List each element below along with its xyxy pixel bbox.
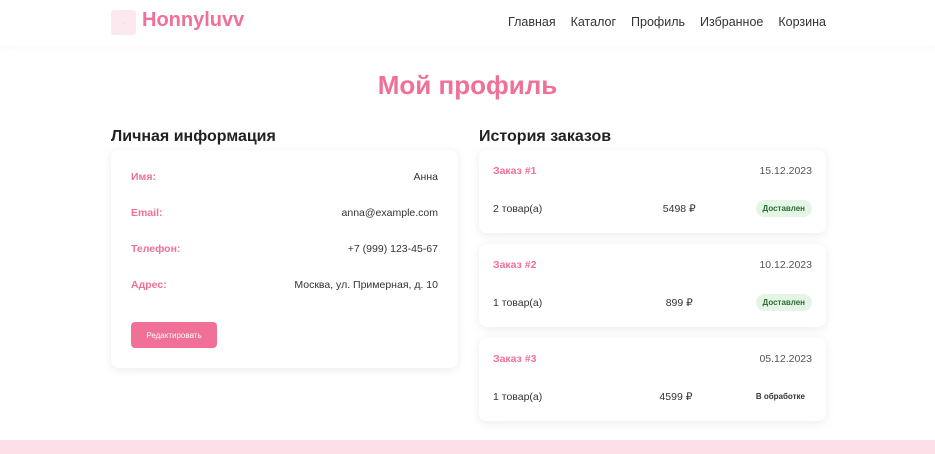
order-details: 1 товар(а) 4599 ₽ В обработке — [493, 388, 812, 405]
info-value: Анна — [413, 171, 438, 183]
order-price: 899 ₽ — [665, 296, 693, 309]
main-nav: Главная Каталог Профиль Избранное Корзин… — [508, 15, 826, 29]
order-card[interactable]: Заказ #2 10.12.2023 1 товар(а) 899 ₽ Дос… — [479, 244, 826, 327]
info-value: +7 (999) 123-45-67 — [347, 243, 438, 255]
order-date: 05.12.2023 — [759, 353, 812, 365]
order-header: Заказ #2 10.12.2023 — [493, 259, 812, 271]
order-number: Заказ #3 — [493, 353, 537, 365]
order-header: Заказ #3 05.12.2023 — [493, 353, 812, 365]
order-number: Заказ #1 — [493, 165, 537, 177]
order-date: 15.12.2023 — [759, 165, 812, 177]
info-value: Москва, ул. Примерная, д. 10 — [294, 279, 438, 291]
nav-link-home[interactable]: Главная — [508, 15, 556, 29]
order-number: Заказ #2 — [493, 259, 537, 271]
footer — [0, 440, 935, 454]
order-details: 1 товар(а) 899 ₽ Доставлен — [493, 294, 812, 311]
nav-link-profile[interactable]: Профиль — [631, 15, 685, 29]
order-status-badge: В обработке — [755, 392, 805, 401]
info-label: Телефон: — [131, 243, 181, 255]
order-history-title: История заказов — [479, 128, 612, 145]
info-label: Имя: — [131, 171, 156, 183]
info-row-phone: Телефон: +7 (999) 123-45-67 — [131, 241, 438, 257]
order-card[interactable]: Заказ #1 15.12.2023 2 товар(а) 5498 ₽ До… — [479, 150, 826, 233]
info-row-address: Адрес: Москва, ул. Примерная, д. 10 — [131, 277, 438, 293]
info-label: Адрес: — [131, 279, 167, 291]
logo-image-mark: ♡ — [122, 20, 125, 25]
page-title: Мой профиль — [377, 70, 558, 100]
info-value: anna@example.com — [341, 207, 438, 219]
nav-link-cart[interactable]: Корзина — [778, 15, 826, 29]
order-card[interactable]: Заказ #3 05.12.2023 1 товар(а) 4599 ₽ В … — [479, 338, 826, 421]
order-price: 5498 ₽ — [662, 202, 696, 215]
order-header: Заказ #1 15.12.2023 — [493, 165, 812, 177]
personal-info-title: Личная информация — [111, 128, 276, 145]
order-status-badge: Доставлен — [755, 294, 812, 311]
order-item-count: 1 товар(а) — [493, 296, 543, 309]
info-row-name: Имя: Анна — [131, 169, 438, 185]
info-label: Email: — [131, 207, 163, 219]
order-price: 4599 ₽ — [659, 390, 693, 403]
brand-logo-image[interactable]: ♡ — [111, 10, 136, 35]
personal-info-card: Имя: Анна Email: anna@example.com Телефо… — [111, 150, 458, 368]
order-date: 10.12.2023 — [759, 259, 812, 271]
nav-link-favorites[interactable]: Избранное — [700, 15, 763, 29]
edit-profile-button[interactable]: Редактировать — [131, 322, 217, 348]
brand-logo-text[interactable]: Honnyluvv — [142, 9, 244, 32]
info-row-email: Email: anna@example.com — [131, 205, 438, 221]
nav-link-catalog[interactable]: Каталог — [571, 15, 616, 29]
order-details: 2 товар(а) 5498 ₽ Доставлен — [493, 200, 812, 217]
order-status-badge: Доставлен — [755, 200, 812, 217]
site-header: ♡ Honnyluvv Главная Каталог Профиль Избр… — [0, 0, 935, 46]
order-item-count: 1 товар(а) — [493, 390, 543, 403]
order-item-count: 2 товар(а) — [493, 202, 543, 215]
